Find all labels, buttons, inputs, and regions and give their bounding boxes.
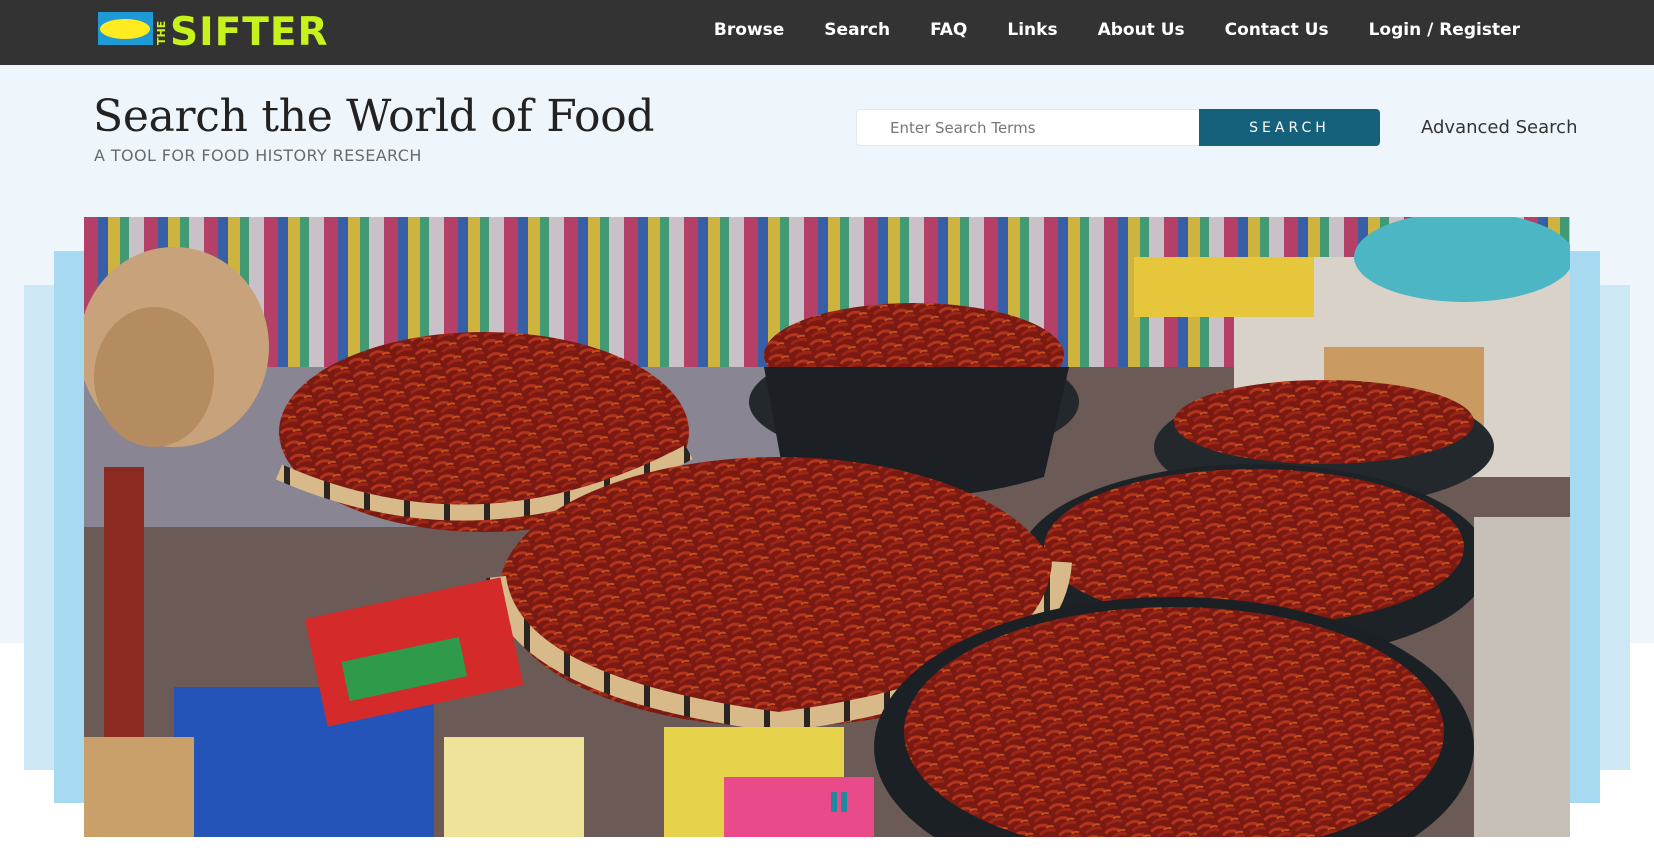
market-chili-illustration [84,217,1570,837]
nav-links[interactable]: Links [1007,20,1057,40]
nav-search[interactable]: Search [824,20,890,40]
logo-name: SIFTER [170,11,329,47]
nav-contact-us[interactable]: Contact Us [1225,20,1329,40]
logo-ellipse [100,19,150,39]
pause-bar-right [841,792,847,812]
search-input[interactable] [856,109,1200,146]
nav-about-us[interactable]: About Us [1098,20,1185,40]
logo-the: THE [155,21,168,45]
sifter-logo[interactable]: THE SIFTER [98,11,341,47]
page-subtitle: A TOOL FOR FOOD HISTORY RESEARCH [94,146,422,165]
nav-login-register[interactable]: Login / Register [1369,20,1520,40]
top-navigation-bar: THE SIFTER Browse Search FAQ Links About… [0,0,1654,65]
hero-image [84,217,1570,837]
search-button[interactable]: SEARCH [1199,109,1380,146]
page-title: Search the World of Food [93,91,655,142]
advanced-search-link[interactable]: Advanced Search [1421,117,1577,138]
main-nav: Browse Search FAQ Links About Us Contact… [674,0,1520,60]
pause-icon[interactable] [826,789,852,815]
nav-browse[interactable]: Browse [714,20,784,40]
pause-bar-left [831,792,837,812]
nav-faq[interactable]: FAQ [930,20,967,40]
